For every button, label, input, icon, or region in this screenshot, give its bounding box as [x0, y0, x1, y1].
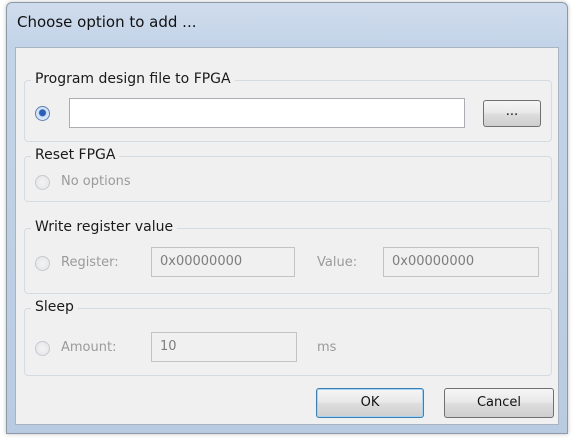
sleep-radio[interactable] — [35, 341, 50, 356]
value-input[interactable]: 0x00000000 — [383, 247, 539, 277]
dialog-window: Choose option to add ... Program design … — [6, 2, 568, 434]
group-program-design: Program design file to FPGA ... — [24, 71, 552, 142]
group-reset-fpga-label: Reset FPGA — [31, 147, 120, 163]
design-file-input[interactable] — [69, 98, 465, 128]
group-reset-fpga: Reset FPGA No options — [24, 147, 552, 202]
reset-radio[interactable] — [35, 175, 50, 190]
cancel-button[interactable]: Cancel — [444, 388, 554, 418]
group-sleep: Sleep Amount: 10 ms — [24, 299, 552, 376]
dialog-title: Choose option to add ... — [17, 13, 197, 31]
group-write-register: Write register value Register: 0x0000000… — [24, 219, 552, 294]
ok-button-label: OK — [360, 395, 380, 410]
cancel-button-label: Cancel — [476, 395, 522, 410]
amount-label: Amount: — [61, 340, 117, 355]
sleep-unit-label: ms — [317, 340, 337, 355]
write-register-radio[interactable] — [35, 256, 50, 271]
browse-button-label: ... — [505, 104, 519, 119]
value-label: Value: — [317, 255, 358, 270]
group-write-register-label: Write register value — [31, 219, 178, 235]
dialog-body: Program design file to FPGA ... Reset FP… — [15, 47, 559, 425]
group-sleep-label: Sleep — [31, 299, 78, 315]
register-label: Register: — [61, 255, 119, 270]
sleep-amount-input[interactable]: 10 — [151, 332, 297, 362]
register-input[interactable]: 0x00000000 — [151, 247, 295, 277]
ok-button[interactable]: OK — [316, 388, 424, 418]
program-radio[interactable] — [35, 106, 50, 121]
browse-button[interactable]: ... — [483, 100, 541, 127]
reset-option-label: No options — [61, 174, 131, 189]
group-program-design-label: Program design file to FPGA — [31, 71, 235, 87]
